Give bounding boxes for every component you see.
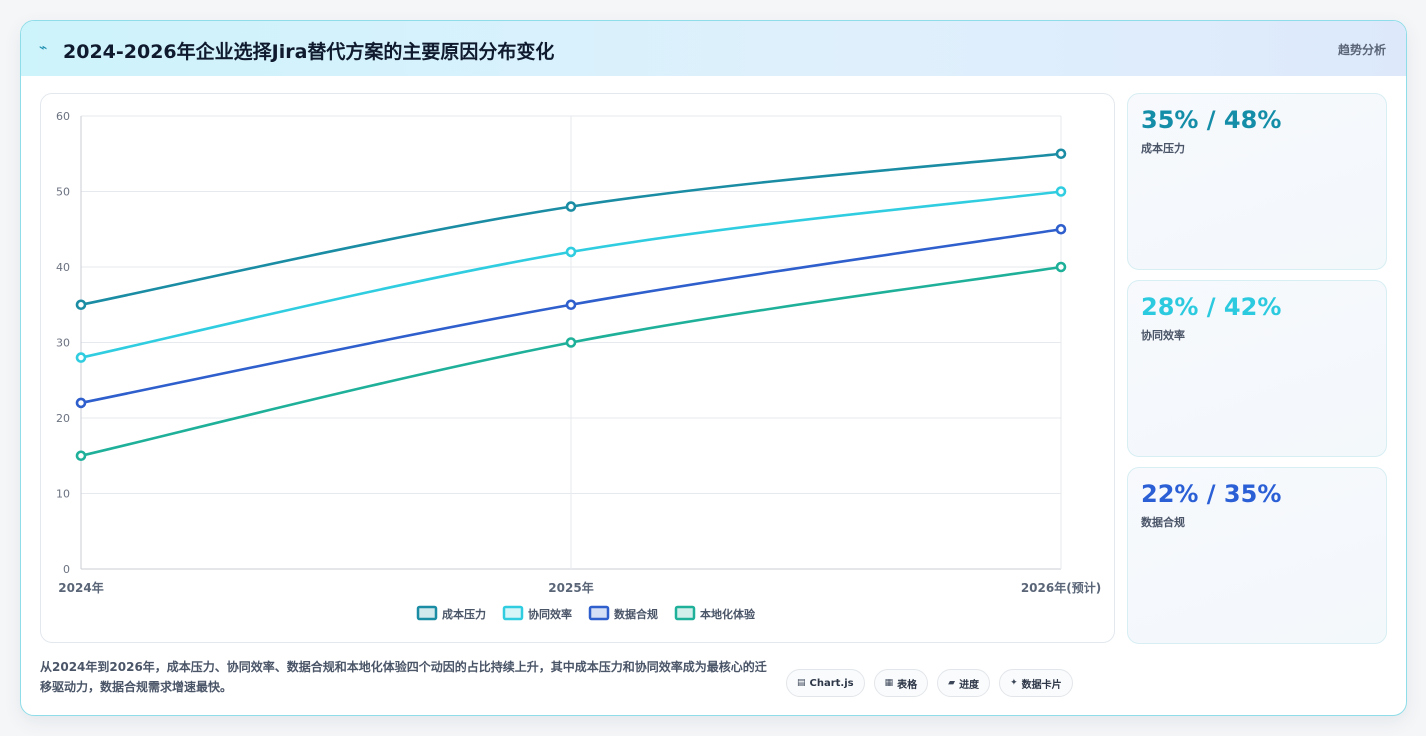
data-point xyxy=(75,352,87,363)
y-tick-label: 0 xyxy=(63,563,70,576)
table-icon: ▦ xyxy=(884,678,894,688)
y-tick-label: 10 xyxy=(56,488,70,501)
stat-value: 28% / 42% xyxy=(1141,293,1282,321)
y-tick-label: 60 xyxy=(56,110,70,123)
chart-icon: ▤ xyxy=(797,678,806,688)
data-point xyxy=(75,299,87,311)
stat-label: 数据合规 xyxy=(1141,516,1185,529)
trend-icon: ⌁ xyxy=(39,40,48,56)
stat-value: 22% / 35% xyxy=(1141,480,1282,508)
chip-label: Chart.js xyxy=(809,677,854,689)
legend-label: 数据合规 xyxy=(614,607,658,621)
y-tick-label: 50 xyxy=(56,186,70,199)
stat-label: 成本压力 xyxy=(1141,142,1185,155)
chip-progress[interactable]: ▰ 进度 xyxy=(937,669,991,697)
legend-label: 协同效率 xyxy=(528,607,572,621)
report-card: ⌁ 2024-2026年企业选择Jira替代方案的主要原因分布变化 趋势分析 0… xyxy=(20,20,1407,716)
stat-card-collab: 28% / 42% 协同效率 xyxy=(1127,280,1387,457)
stat-value: 35% / 48% xyxy=(1141,106,1282,134)
chart-panel: 0 10 20 30 40 50 60 2024年 2025年 2026年(预计) 成本压力 协同效率… xyxy=(40,93,1115,643)
chip-data-cards[interactable]: ✦ 数据卡片 xyxy=(999,669,1073,697)
data-point xyxy=(1055,223,1067,235)
y-tick-label: 20 xyxy=(56,412,70,425)
x-tick-label: 2024年 xyxy=(58,580,103,595)
x-tick-label: 2025年 xyxy=(548,580,593,595)
sparkle-icon: ✦ xyxy=(1010,678,1018,688)
trend-analysis-label: 趋势分析 xyxy=(1337,43,1386,57)
data-point xyxy=(565,299,577,311)
summary-text: 从2024年到2026年，成本压力、协同效率、数据合规和本地化体验四个动因的占比… xyxy=(40,660,767,694)
chip-table[interactable]: ▦ 表格 xyxy=(873,669,929,697)
stat-card-cost: 35% / 48% 成本压力 xyxy=(1127,93,1387,270)
y-tick-label: 40 xyxy=(56,261,70,274)
legend-swatch xyxy=(502,605,524,621)
chip-label: 表格 xyxy=(897,679,918,691)
data-point xyxy=(1055,186,1067,197)
data-point xyxy=(565,246,577,258)
data-point xyxy=(1055,261,1067,273)
line-chart: 0 10 20 30 40 50 60 2024年 2025年 2026年(预计) 成本压力 协同效率… xyxy=(56,110,1101,621)
page-title: 2024-2026年企业选择Jira替代方案的主要原因分布变化 xyxy=(63,41,555,63)
legend-swatch xyxy=(416,605,438,621)
legend-swatch xyxy=(674,605,696,621)
chip-label: 数据卡片 xyxy=(1021,679,1062,691)
progress-icon: ▰ xyxy=(948,678,956,688)
data-point xyxy=(565,201,577,212)
data-point xyxy=(75,450,87,462)
stat-label: 协同效率 xyxy=(1141,329,1185,342)
data-point xyxy=(1055,148,1067,160)
data-point xyxy=(565,337,577,348)
y-tick-label: 30 xyxy=(56,337,70,350)
stat-card-compliance: 22% / 35% 数据合规 xyxy=(1127,467,1387,644)
legend-label: 成本压力 xyxy=(442,607,486,621)
data-point xyxy=(75,397,87,409)
legend-label: 本地化体验 xyxy=(700,607,756,621)
legend-swatch xyxy=(588,605,610,621)
chip-label: 进度 xyxy=(959,679,980,691)
x-tick-label: 2026年(预计) xyxy=(1021,580,1101,595)
view-chips: ▤ Chart.js ▦ 表格 ▰ 进度 ✦ 数据卡片 xyxy=(786,669,1073,697)
chip-chartjs[interactable]: ▤ Chart.js xyxy=(786,669,865,697)
card-header: ⌁ 2024-2026年企业选择Jira替代方案的主要原因分布变化 趋势分析 xyxy=(21,21,1406,76)
